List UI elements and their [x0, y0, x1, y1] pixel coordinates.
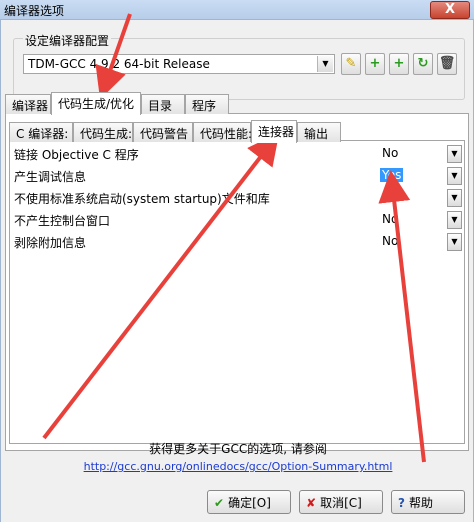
close-button[interactable]: X	[430, 1, 470, 19]
more-info-text: 获得更多关于GCC的选项, 请参阅	[149, 442, 327, 456]
rename-profile-button[interactable]: ✎	[341, 53, 361, 75]
delete-icon: 🗑	[438, 56, 456, 71]
reset-profile-button[interactable]: ↻	[413, 53, 433, 75]
option-label: 不产生控制台窗口	[14, 214, 111, 228]
linker-options-panel: 链接 Objective C 程序 No ▼ 产生调试信息 Yes ▼ 不使用标…	[9, 140, 465, 444]
add-copy-icon: +	[393, 56, 405, 71]
help-icon: ?	[398, 496, 405, 510]
ok-button[interactable]: ✔ 确定[O]	[207, 490, 291, 514]
option-value[interactable]: No	[379, 189, 443, 207]
chevron-down-icon[interactable]: ▼	[447, 167, 462, 185]
add-icon: +	[369, 56, 381, 71]
option-row: 产生调试信息 Yes ▼	[10, 165, 464, 187]
option-row: 不使用标准系统启动(system startup)文件和库 No ▼	[10, 187, 464, 209]
tab-code-generation[interactable]: 代码生成:	[73, 122, 133, 142]
help-button[interactable]: ? 帮助	[391, 490, 465, 514]
option-row: 剥除附加信息 No ▼	[10, 231, 464, 253]
chevron-down-icon[interactable]: ▼	[447, 211, 462, 229]
tab-codegen-optimize[interactable]: 代码生成/优化	[51, 92, 141, 115]
title-bar: 编译器选项 X	[0, 0, 474, 20]
tab-code-warnings[interactable]: 代码警告	[133, 122, 193, 142]
chevron-down-icon[interactable]: ▼	[447, 189, 462, 207]
option-value[interactable]: Yes	[379, 167, 443, 185]
add-profile-button[interactable]: +	[365, 53, 385, 75]
cross-icon: ✘	[306, 496, 317, 510]
option-label: 剥除附加信息	[14, 236, 87, 250]
compiler-set-label: 设定编译器配置	[23, 32, 112, 49]
option-label: 不使用标准系统启动(system startup)文件和库	[14, 192, 270, 206]
option-label: 链接 Objective C 程序	[14, 148, 139, 162]
option-value[interactable]: No	[379, 233, 443, 251]
tab-linker[interactable]: 连接器	[251, 120, 297, 143]
rename-icon: ✎	[345, 56, 357, 71]
compiler-profile-select[interactable]: TDM-GCC 4.9.2 64-bit Release ▼	[23, 54, 335, 74]
delete-profile-button[interactable]: 🗑	[437, 53, 457, 75]
option-value[interactable]: No	[379, 145, 443, 163]
tab-programs[interactable]: 程序	[185, 94, 229, 114]
option-row: 链接 Objective C 程序 No ▼	[10, 143, 464, 165]
option-value[interactable]: No	[379, 211, 443, 229]
gcc-options-link[interactable]: http://gcc.gnu.org/onlinedocs/gcc/Option…	[1, 460, 474, 473]
tab-output[interactable]: 输出	[297, 122, 341, 142]
option-row: 不产生控制台窗口 No ▼	[10, 209, 464, 231]
copy-profile-button[interactable]: +	[389, 53, 409, 75]
chevron-down-icon[interactable]: ▼	[447, 145, 462, 163]
tab-directories[interactable]: 目录	[141, 94, 185, 114]
cancel-button[interactable]: ✘ 取消[C]	[299, 490, 383, 514]
tab-code-profiling[interactable]: 代码性能:	[193, 122, 252, 142]
dialog-body: 设定编译器配置 TDM-GCC 4.9.2 64-bit Release ▼ ✎…	[0, 20, 474, 522]
tab-compiler[interactable]: 编译器	[5, 94, 51, 114]
chevron-down-icon[interactable]: ▼	[447, 233, 462, 251]
reset-icon: ↻	[417, 56, 429, 71]
window-title: 编译器选项	[4, 4, 65, 18]
tab-c-compiler[interactable]: C 编译器:	[9, 122, 73, 142]
compiler-profile-value: TDM-GCC 4.9.2 64-bit Release	[28, 57, 210, 71]
check-icon: ✔	[214, 496, 225, 510]
chevron-down-icon[interactable]: ▼	[317, 56, 333, 72]
option-label: 产生调试信息	[14, 170, 87, 184]
